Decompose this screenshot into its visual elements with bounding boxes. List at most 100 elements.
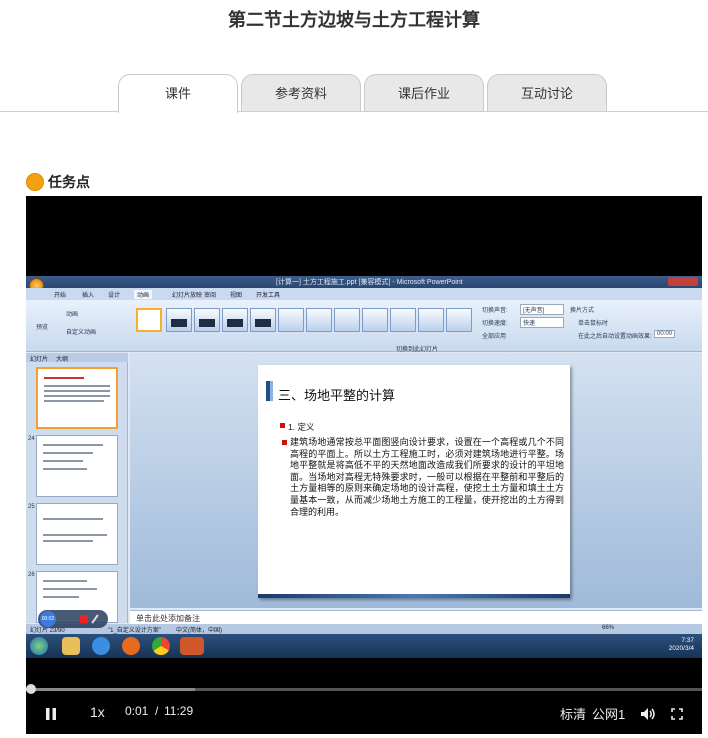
duration: 11:29 (164, 704, 194, 718)
recorder-pill: 00:02 (38, 610, 108, 628)
ribbon-group-label: 切换到此幻灯片 (396, 347, 439, 353)
transition-thumb (250, 308, 276, 332)
thumb-number: 25 (28, 504, 35, 510)
fullscreen-icon[interactable] (671, 708, 683, 720)
menu-item: 视图 (230, 293, 243, 299)
sidebar-tab-slides: 幻灯片 (30, 357, 49, 363)
clock-date: 2020/3/4 (668, 645, 694, 652)
transition-thumb (446, 308, 472, 332)
task-status-icon (26, 173, 44, 191)
window-close-icon (668, 277, 698, 286)
thumb-number: 26 (28, 572, 35, 578)
transition-thumb (306, 308, 332, 332)
ribbon-custom-animation: 自定义动画 (66, 330, 97, 336)
slide-editing-area: 三、场地平整的计算 1. 定义 建筑场地通常按总平面图竖向设计要求，设置在一个高… (130, 353, 702, 608)
progress-handle[interactable] (26, 684, 36, 694)
task-label: 任务点 (48, 174, 90, 190)
status-zoom: 66% (602, 625, 615, 631)
slide-body-text: 建筑场地通常按总平面图竖向设计要求，设置在一个高程或几个不同高程的平面上。所以土… (290, 437, 564, 517)
pen-icon (91, 614, 99, 624)
page-title: 第二节土方边坡与土方工程计算 (228, 10, 480, 30)
ribbon-speed-value: 快速 (520, 317, 564, 328)
slide-thumbnails-pane: 幻灯片 大纲 24 25 26 (26, 353, 128, 623)
slide-footer-bar (258, 594, 570, 598)
status-theme: "1_自定义设计方案" (108, 628, 161, 634)
ribbon-switch-mode: 换片方式 (570, 308, 595, 314)
ribbon-preview: 预览 (36, 325, 49, 331)
slide-title: 三、场地平整的计算 (278, 389, 396, 404)
video-player[interactable]: [计算一] 土方工程施工.ppt [兼容模式] - Microsoft Powe… (26, 196, 702, 734)
buffered-bar (26, 688, 195, 691)
tab-homework[interactable]: 课后作业 (364, 74, 484, 112)
pause-icon[interactable] (44, 707, 58, 721)
menu-item: 设计 (108, 293, 121, 299)
transition-thumb (166, 308, 192, 332)
title-bar-decor (270, 381, 273, 401)
time-separator: / (155, 704, 159, 718)
slide-thumbnail (36, 367, 118, 429)
tab-discussion[interactable]: 互动讨论 (487, 74, 607, 112)
tabs-divider (0, 111, 708, 112)
ribbon-sound-value: [无声音] (520, 304, 564, 315)
firefox-icon (122, 637, 140, 655)
line-select-button[interactable]: 公网1 (592, 704, 625, 723)
slide-canvas: 三、场地平整的计算 1. 定义 建筑场地通常按总平面图竖向设计要求，设置在一个高… (258, 365, 570, 598)
recorder-time: 00:02 (40, 611, 56, 627)
slide-thumbnail: 24 (28, 435, 118, 497)
sidebar-tab-outline: 大纲 (56, 357, 69, 363)
ppt-statusbar: 幻灯片 23/90 "1_自定义设计方案" 中文(简体，中国) 66% (26, 624, 702, 634)
transition-thumb (334, 308, 360, 332)
notes-pane: 单击此处添加备注 (130, 610, 702, 624)
sidebar-tabs: 幻灯片 大纲 (26, 353, 128, 363)
powerpoint-icon (180, 637, 204, 655)
thumb-number: 24 (28, 436, 35, 442)
active-tab-gap (119, 110, 237, 113)
ribbon-auto-after: 在此之后自动设置动画效果: (578, 334, 652, 340)
slide-definition-heading: 1. 定义 (288, 422, 315, 432)
transition-thumb (390, 308, 416, 332)
start-button-icon (30, 637, 48, 655)
bullet-icon (280, 423, 285, 428)
transition-thumb (278, 308, 304, 332)
slide-thumbnail: 25 (28, 503, 118, 565)
video-frame: [计算一] 土方工程施工.ppt [兼容模式] - Microsoft Powe… (26, 276, 702, 658)
transition-thumb (136, 308, 162, 332)
current-time: 0:01 (125, 704, 149, 718)
volume-icon[interactable] (640, 707, 656, 721)
transition-thumb (194, 308, 220, 332)
ppt-window-title: [计算一] 土方工程施工.ppt [兼容模式] - Microsoft Powe… (276, 279, 463, 286)
ribbon-animation: 动画 (66, 312, 79, 318)
explorer-icon (62, 637, 80, 655)
ppt-titlebar: [计算一] 土方工程施工.ppt [兼容模式] - Microsoft Powe… (26, 276, 702, 288)
tab-reference[interactable]: 参考资料 (241, 74, 361, 112)
ie-icon (92, 637, 110, 655)
menu-item: 幻灯片放映 (172, 293, 203, 299)
transition-thumb (362, 308, 388, 332)
chrome-icon (152, 637, 170, 655)
quality-button[interactable]: 标清 (560, 704, 586, 723)
task-point-header: 任务点 (26, 172, 90, 192)
menu-item: 动画 (134, 290, 153, 299)
ribbon-on-click: 单击鼠标时 (578, 321, 609, 327)
transition-thumb (222, 308, 248, 332)
bullet-icon (282, 440, 287, 445)
system-clock: 7:37 2020/3/4 (669, 637, 694, 653)
clock-time: 7:37 (681, 637, 694, 644)
ribbon-apply-all: 全部应用 (482, 334, 507, 340)
status-lang: 中文(简体，中国) (176, 628, 222, 634)
windows-taskbar: 7:37 2020/3/4 (26, 634, 702, 658)
stop-record-icon (80, 615, 88, 623)
tab-courseware[interactable]: 课件 (118, 74, 238, 113)
menu-item: 插入 (82, 293, 95, 299)
menu-item: 开始 (54, 293, 67, 299)
ppt-ribbon: 预览 动画 自定义动画 切换声音: [无声音] 切换速度: 快速 全部应用 换片… (26, 300, 702, 353)
playback-speed-button[interactable]: 1x (90, 704, 105, 720)
ribbon-speed-label: 切换速度: (482, 321, 508, 327)
progress-bar[interactable] (26, 684, 702, 694)
ribbon-auto-time: 00:00 (654, 330, 676, 338)
menu-item: 审阅 (204, 293, 217, 299)
transition-thumb (418, 308, 444, 332)
menu-item: 开发工具 (256, 293, 281, 299)
ribbon-sound-label: 切换声音: (482, 308, 508, 314)
ppt-menubar: 开始 插入 设计 动画 幻灯片放映 审阅 视图 开发工具 (26, 288, 702, 300)
